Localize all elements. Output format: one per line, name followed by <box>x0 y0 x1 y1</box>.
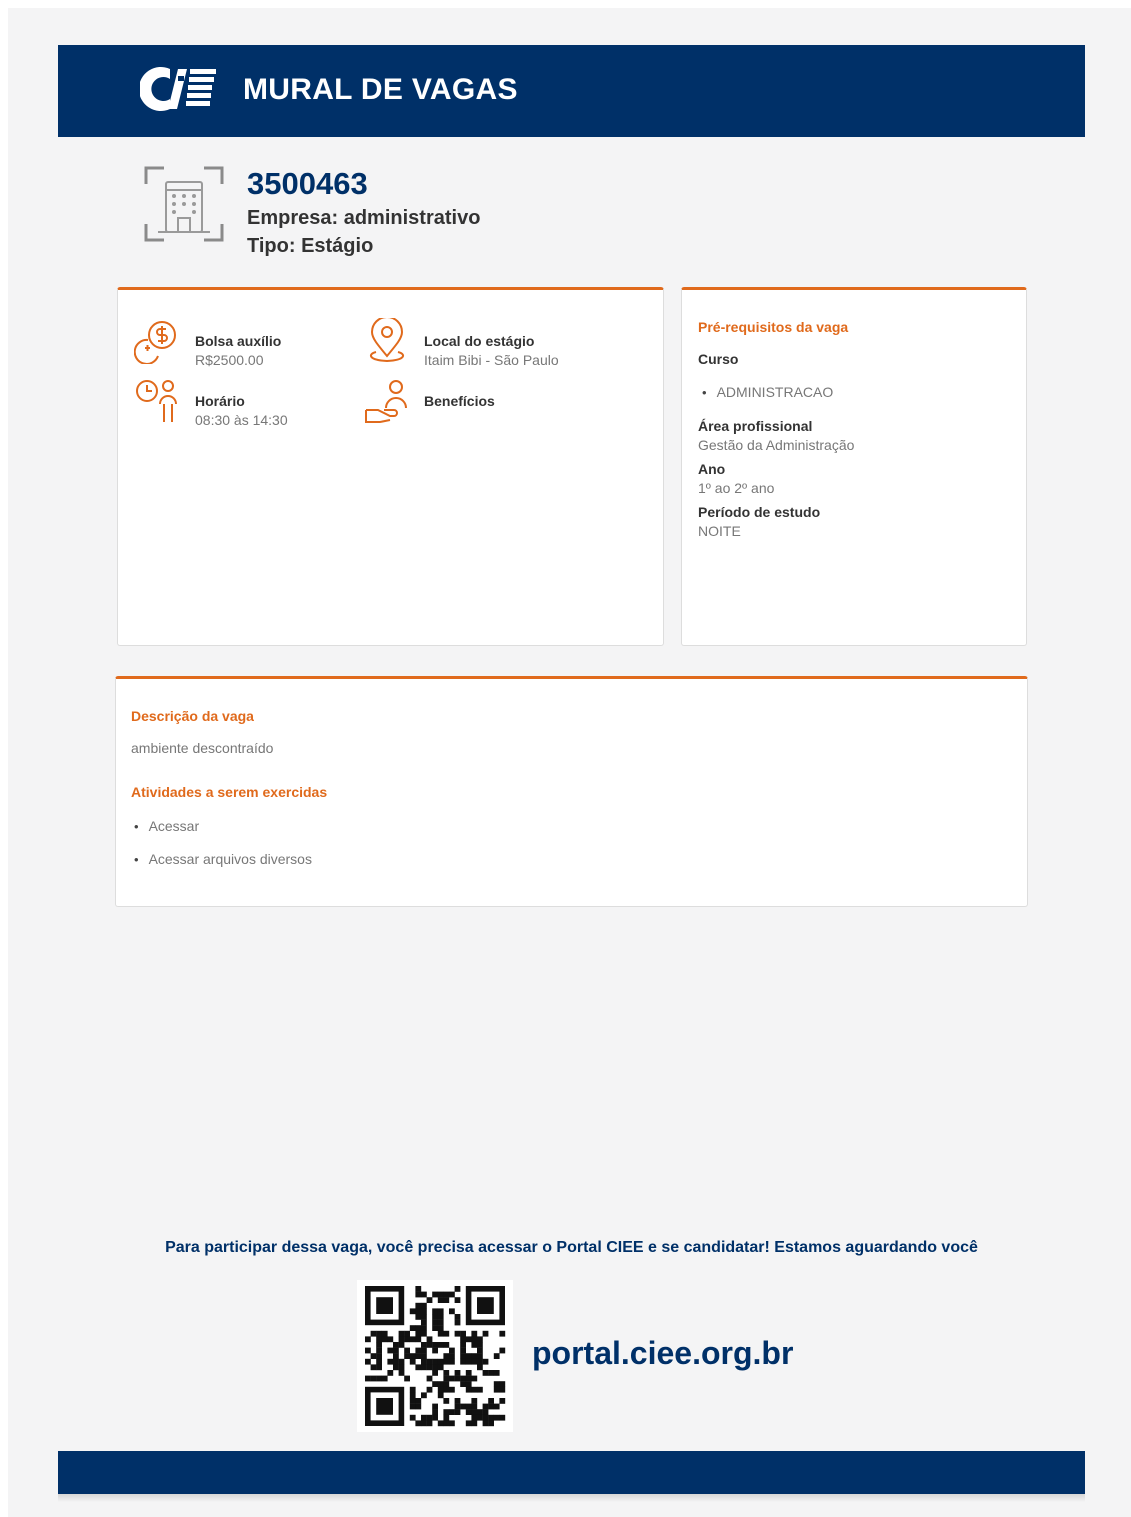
periodo-label: Período de estudo <box>698 504 821 520</box>
ciee-logo-icon <box>140 67 216 111</box>
area-value: Gestão da Administração <box>698 437 855 453</box>
horario-value: 08:30 às 14:30 <box>195 412 288 428</box>
descricao-text: ambiente descontraído <box>131 740 274 756</box>
requisitos-title: Pré-requisitos da vaga <box>698 319 849 335</box>
ano-label: Ano <box>698 461 726 477</box>
periodo-value: NOITE <box>698 523 741 539</box>
money-icon <box>134 321 176 364</box>
descricao-title: Descrição da vaga <box>131 708 254 724</box>
local-value: Itaim Bibi - São Paulo <box>424 352 559 368</box>
header-bar: MURAL DE VAGAS <box>58 45 1085 137</box>
curso-item: ADMINISTRACAO <box>702 384 834 400</box>
local-label: Local do estágio <box>424 333 535 349</box>
hand-person-icon <box>365 380 407 423</box>
atividade-item: Acessar <box>134 818 200 834</box>
job-details-card: Bolsa auxílio R$2500.00 Local do estágio… <box>117 287 664 646</box>
cta-text: Para participar dessa vaga, você precisa… <box>165 1239 978 1256</box>
atividades-title: Atividades a serem exercidas <box>131 784 328 800</box>
bolsa-value: R$2500.00 <box>195 352 264 368</box>
horario-label: Horário <box>195 393 245 409</box>
job-company: Empresa: administrativo <box>247 207 481 229</box>
footer-shadow <box>58 1494 1085 1502</box>
descricao-card: Descrição da vaga ambiente descontraído … <box>115 676 1028 907</box>
job-type: Tipo: Estágio <box>247 235 374 257</box>
atividade-item: Acessar arquivos diversos <box>134 851 312 867</box>
clock-person-icon <box>136 380 177 422</box>
portal-link[interactable]: portal.ciee.org.br <box>532 1335 793 1372</box>
building-icon <box>144 166 224 242</box>
requisitos-card: Pré-requisitos da vaga Curso ADMINISTRAC… <box>681 287 1027 646</box>
ano-value: 1º ao 2º ano <box>698 480 775 496</box>
bolsa-label: Bolsa auxílio <box>195 333 282 349</box>
area-label: Área profissional <box>698 418 813 434</box>
footer-bar <box>58 1451 1085 1494</box>
header-title: MURAL DE VAGAS <box>243 73 518 106</box>
qr-code-icon[interactable] <box>357 1280 513 1432</box>
beneficios-label: Benefícios <box>424 393 495 409</box>
curso-label: Curso <box>698 351 739 367</box>
job-id: 3500463 <box>247 166 368 201</box>
map-pin-icon <box>369 318 405 363</box>
